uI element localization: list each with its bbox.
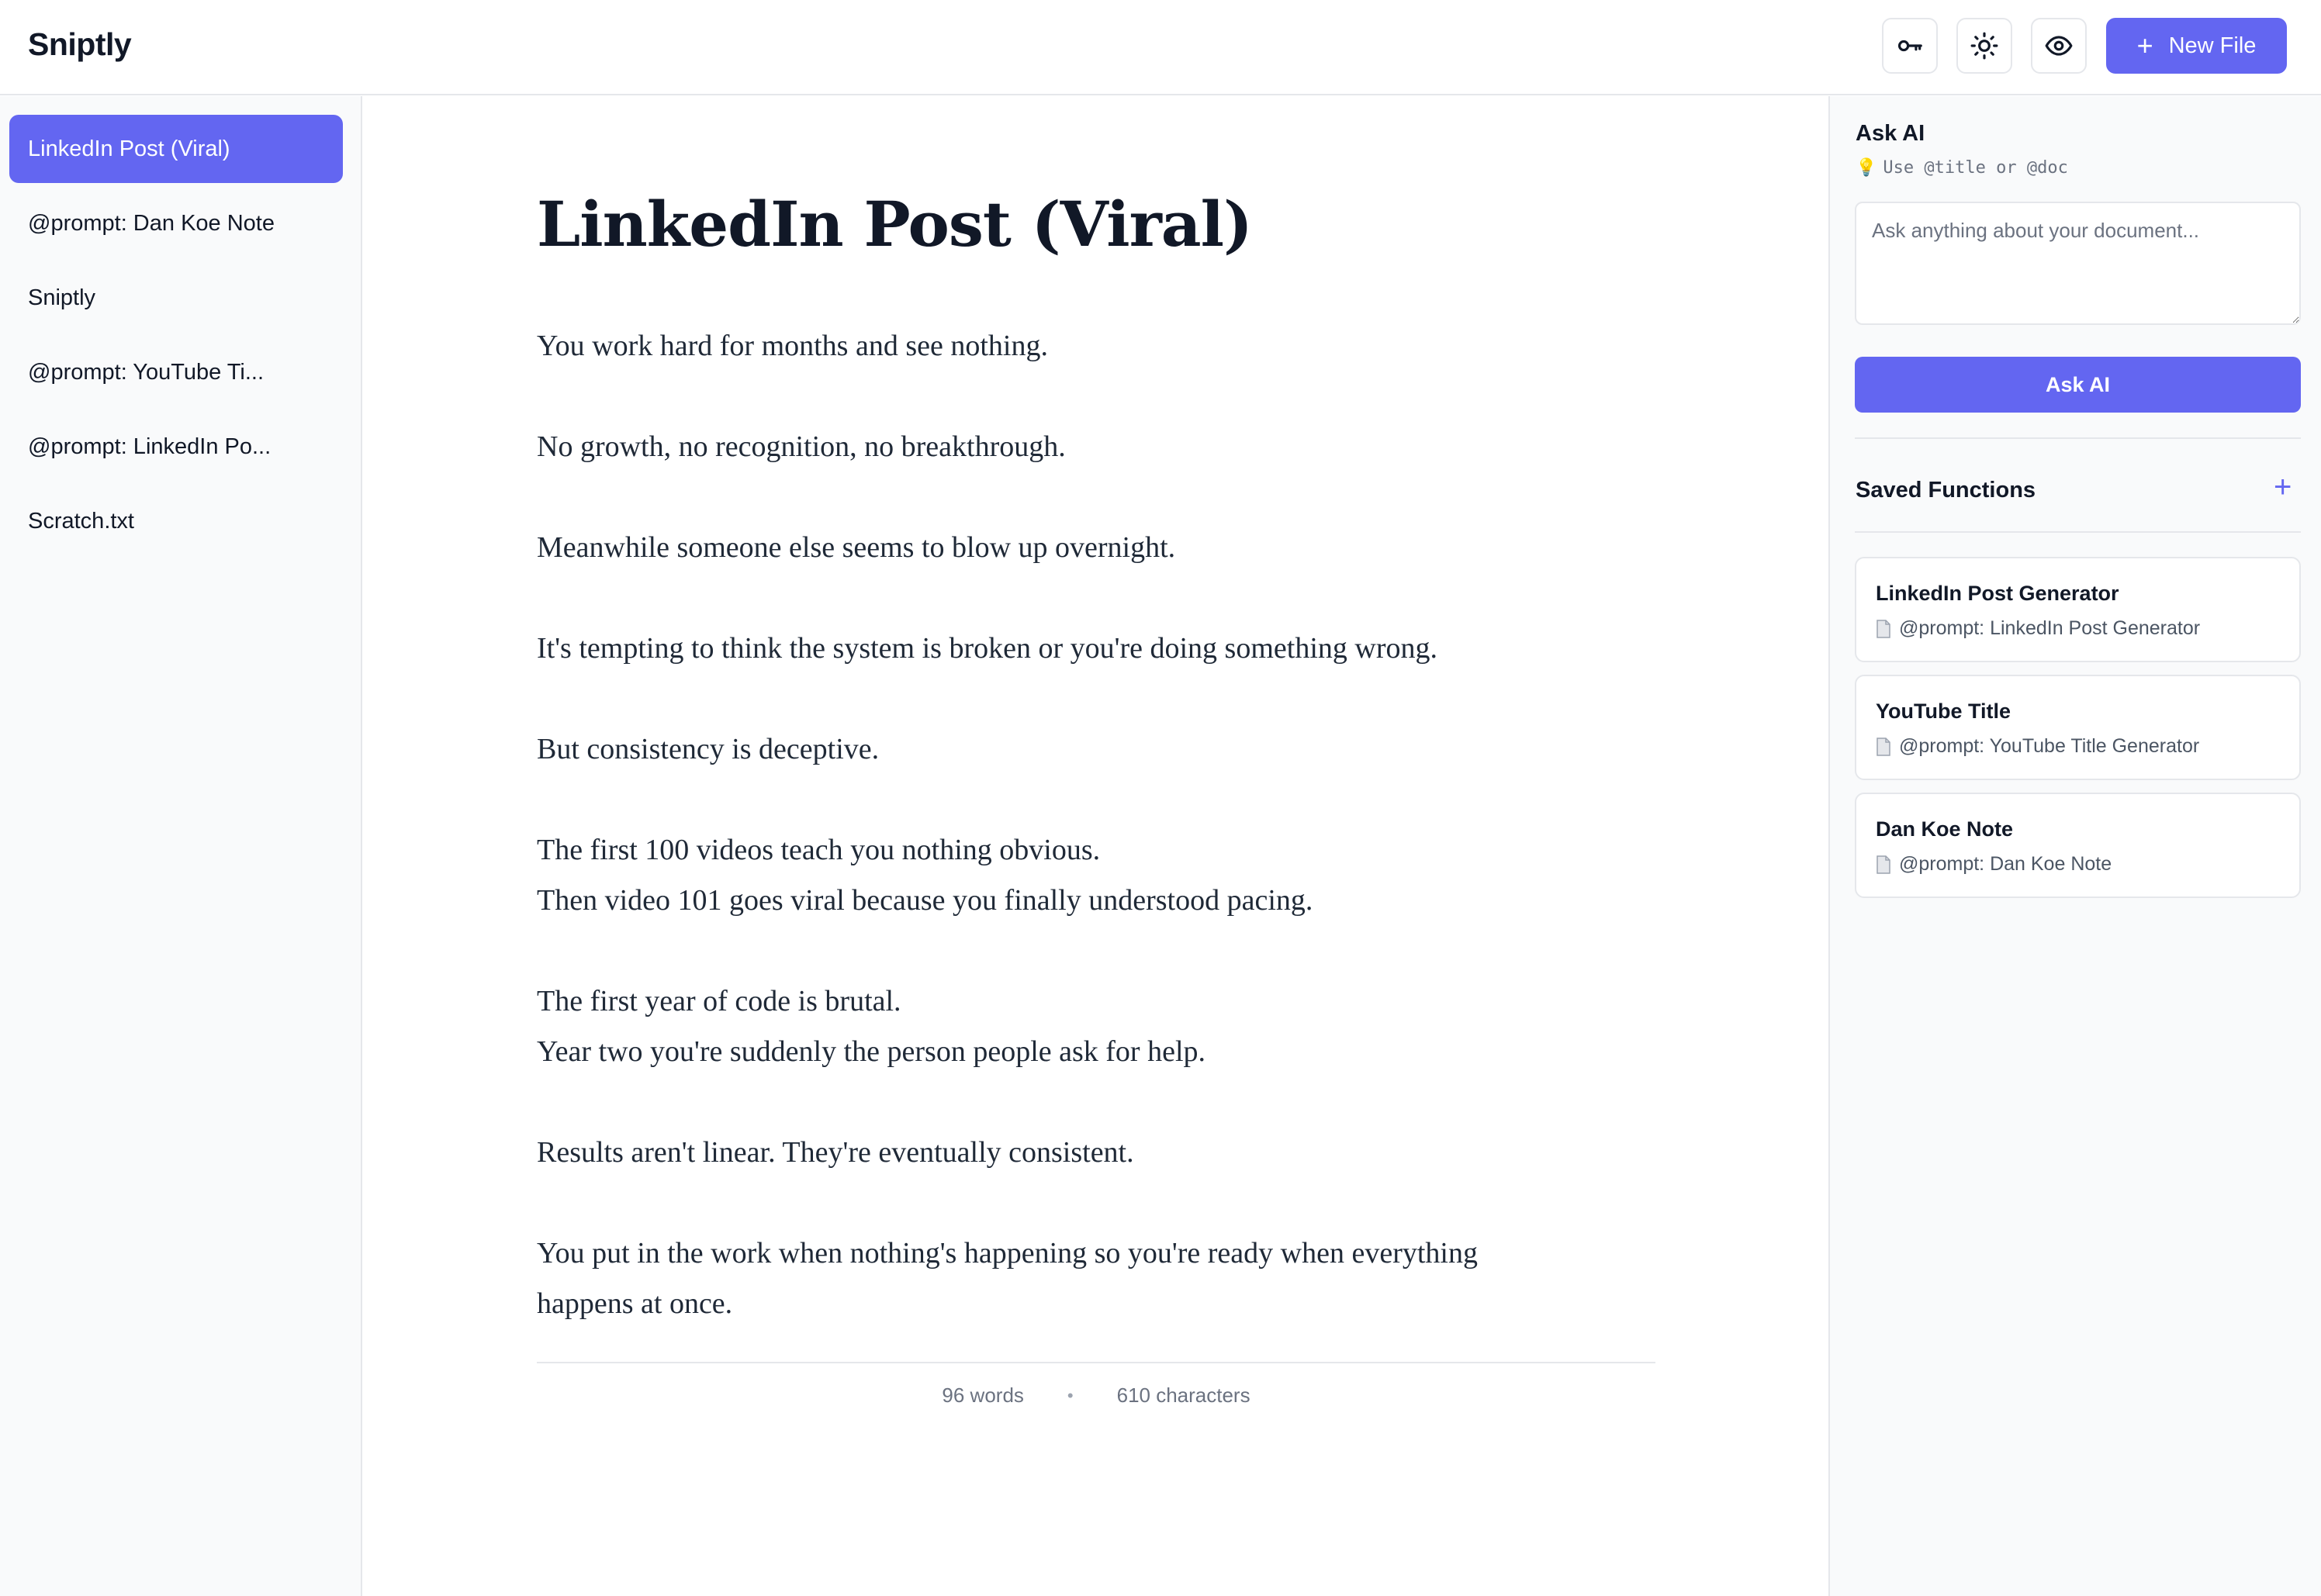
sidebar-item-youtube-title[interactable]: @prompt: YouTube Ti... (9, 338, 343, 406)
paragraph-gap[interactable] (537, 1077, 1658, 1128)
paragraph-gap[interactable] (537, 573, 1658, 624)
document-line[interactable]: The first 100 videos teach you nothing o… (537, 825, 1658, 876)
paragraph-gap[interactable] (537, 674, 1658, 724)
theme-toggle-button[interactable] (1956, 18, 2012, 74)
paragraph-gap[interactable] (537, 926, 1658, 976)
top-bar: Sniptly + New File (0, 0, 2321, 95)
file-icon (1877, 619, 1890, 638)
document-line[interactable]: You work hard for months and see nothing… (537, 321, 1658, 371)
ask-ai-title: Ask AI (1856, 121, 1925, 146)
file-sidebar: LinkedIn Post (Viral) @prompt: Dan Koe N… (0, 96, 362, 1596)
sidebar-item-dan-koe-note[interactable]: @prompt: Dan Koe Note (9, 189, 343, 257)
preview-button[interactable] (2031, 18, 2087, 74)
sidebar-item-label: Sniptly (28, 285, 96, 310)
sidebar-item-linkedin-post-prompt[interactable]: @prompt: LinkedIn Po... (9, 413, 343, 481)
sidebar-item-label: @prompt: YouTube Ti... (28, 359, 265, 385)
sidebar-item-label: @prompt: Dan Koe Note (28, 210, 275, 236)
sidebar-item-scratch[interactable]: Scratch.txt (9, 487, 343, 555)
stats-divider (537, 1362, 1655, 1363)
document-line[interactable]: It's tempting to think the system is bro… (537, 624, 1658, 674)
document-line[interactable]: Year two you're suddenly the person peop… (537, 1027, 1658, 1077)
document-stats: 96 words • 610 characters (537, 1384, 1655, 1408)
saved-function-card[interactable]: YouTube Title @prompt: YouTube Title Gen… (1855, 675, 2301, 780)
saved-function-name: Dan Koe Note (1876, 817, 2014, 841)
editor[interactable]: LinkedIn Post (Viral) You work hard for … (364, 96, 1828, 1596)
saved-functions-title: Saved Functions (1856, 478, 2036, 503)
ask-ai-hint-text: Use @title or @doc (1883, 158, 2068, 178)
key-icon (1897, 40, 1922, 52)
sidebar-item-label: Scratch.txt (28, 508, 134, 534)
app-logo: Sniptly (28, 26, 132, 62)
sidebar-item-sniptly[interactable]: Sniptly (9, 264, 343, 332)
add-function-button[interactable]: + (2274, 472, 2292, 503)
new-file-label: New File (2168, 33, 2257, 58)
panel-divider (1855, 437, 2301, 439)
document-body[interactable]: You work hard for months and see nothing… (537, 321, 1658, 1329)
saved-function-card[interactable]: Dan Koe Note @prompt: Dan Koe Note (1855, 793, 2301, 898)
paragraph-gap[interactable] (537, 775, 1658, 825)
eye-icon (2045, 36, 2073, 56)
ask-ai-input[interactable] (1855, 202, 2301, 325)
saved-function-card[interactable]: LinkedIn Post Generator @prompt: LinkedI… (1855, 557, 2301, 662)
api-key-button[interactable] (1882, 18, 1938, 74)
ai-panel: Ask AI 💡 Use @title or @doc Ask AI Saved … (1828, 96, 2321, 1596)
paragraph-gap[interactable] (537, 472, 1658, 523)
saved-function-ref-text: @prompt: LinkedIn Post Generator (1899, 617, 2201, 639)
document-line[interactable]: Meanwhile someone else seems to blow up … (537, 523, 1658, 573)
ask-ai-hint: 💡 Use @title or @doc (1856, 158, 2068, 178)
file-icon (1877, 737, 1890, 756)
document-line[interactable]: happens at once. (537, 1279, 1658, 1329)
panel-divider (1855, 531, 2301, 533)
document-line[interactable]: But consistency is deceptive. (537, 724, 1658, 775)
ask-ai-button[interactable]: Ask AI (1855, 357, 2301, 413)
document-line[interactable]: The first year of code is brutal. (537, 976, 1658, 1027)
sidebar-item-label: @prompt: LinkedIn Po... (28, 434, 272, 459)
sun-icon (1970, 32, 1998, 60)
stats-separator: • (1067, 1385, 1074, 1405)
document-line[interactable]: Results aren't linear. They're eventuall… (537, 1128, 1658, 1178)
file-icon (1877, 855, 1890, 874)
word-count: 96 words (942, 1384, 1024, 1407)
saved-function-ref: @prompt: LinkedIn Post Generator (1876, 617, 2200, 640)
saved-function-name: YouTube Title (1876, 700, 2011, 723)
paragraph-gap[interactable] (537, 371, 1658, 422)
char-count: 610 characters (1116, 1384, 1250, 1407)
paragraph-gap[interactable] (537, 1178, 1658, 1228)
saved-function-name: LinkedIn Post Generator (1876, 582, 2119, 605)
saved-function-ref: @prompt: Dan Koe Note (1876, 853, 2112, 876)
document-title[interactable]: LinkedIn Post (Viral) (537, 188, 1253, 261)
saved-function-ref: @prompt: YouTube Title Generator (1876, 735, 2199, 758)
document-line[interactable]: Then video 101 goes viral because you fi… (537, 876, 1658, 926)
plus-icon: + (2136, 29, 2153, 61)
saved-function-ref-text: @prompt: Dan Koe Note (1899, 853, 2112, 875)
new-file-button[interactable]: + New File (2106, 18, 2287, 74)
sidebar-item-label: LinkedIn Post (Viral) (28, 136, 230, 161)
document-line[interactable]: You put in the work when nothing's happe… (537, 1228, 1658, 1279)
saved-function-ref-text: @prompt: YouTube Title Generator (1899, 735, 2200, 757)
sidebar-item-linkedin-post-viral[interactable]: LinkedIn Post (Viral) (9, 115, 343, 183)
lightbulb-icon: 💡 (1856, 158, 1877, 178)
document-line[interactable]: No growth, no recognition, no breakthrou… (537, 422, 1658, 472)
